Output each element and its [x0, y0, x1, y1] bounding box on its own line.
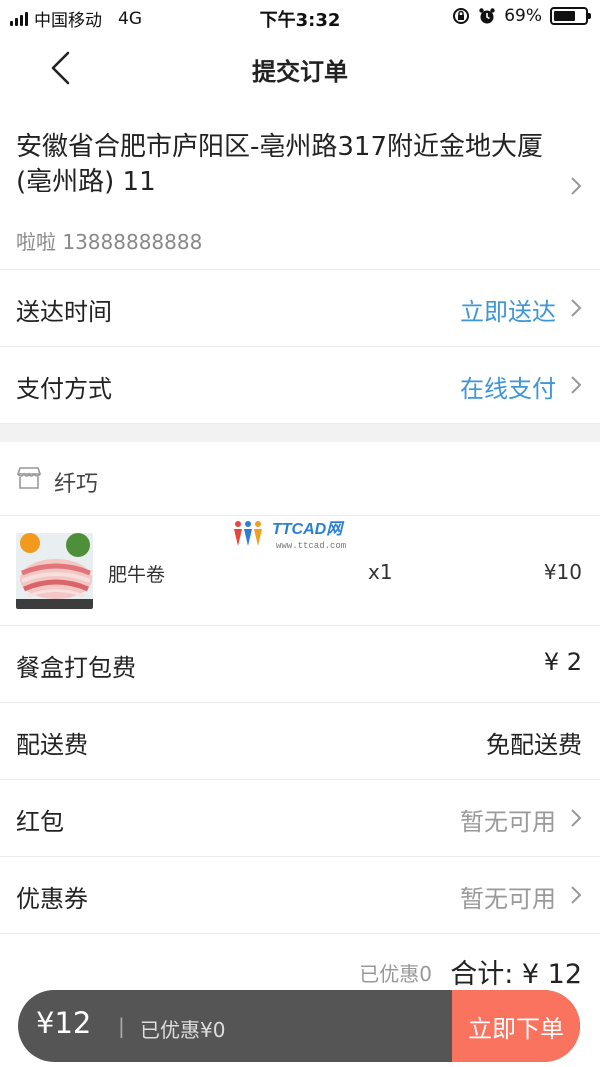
item-price: ¥10 [543, 560, 582, 584]
checkout-discount: 已优惠¥0 [140, 1018, 226, 1042]
checkout-price: ¥12 [36, 1006, 92, 1040]
rotation-lock-icon [453, 8, 470, 24]
payment-method-label: 支付方式 [16, 375, 112, 403]
order-item: 肥牛卷 x1 ¥10 [0, 516, 600, 626]
summary-discount: 已优惠0 [359, 962, 432, 986]
packing-fee-label: 餐盒打包费 [16, 654, 136, 682]
summary-total: 合计: ¥ 12 [450, 959, 582, 990]
packing-fee-value: ¥ 2 [543, 648, 582, 676]
shop-header: 纤巧 [0, 442, 600, 516]
chevron-right-icon [571, 809, 582, 827]
battery-icon [550, 7, 591, 25]
nav-bar: 提交订单 [0, 34, 600, 102]
coupon-label: 优惠券 [16, 885, 88, 913]
address-section[interactable]: 安徽省合肥市庐阳区-亳州路317附近金地大厦(亳州路) 11 啦啦 138888… [0, 124, 600, 270]
payment-method-value: 在线支付 [460, 375, 556, 403]
chevron-right-icon [571, 886, 582, 904]
payment-method-row[interactable]: 支付方式 在线支付 [0, 347, 600, 424]
item-quantity: x1 [368, 560, 393, 584]
battery-percent: 69% [504, 6, 542, 26]
status-bar: 中国移动 4G 下午3:32 69% [0, 0, 600, 34]
alarm-icon [479, 8, 495, 24]
delivery-fee-row: 配送费 免配送费 [0, 703, 600, 780]
delivery-time-row[interactable]: 送达时间 立即送达 [0, 270, 600, 347]
address-contact: 啦啦 13888888888 [16, 230, 203, 254]
checkout-separator: | [118, 1014, 125, 1038]
shop-name: 纤巧 [54, 472, 99, 497]
coupon-value: 暂无可用 [460, 885, 556, 913]
section-divider [0, 424, 600, 442]
chevron-right-icon [571, 299, 582, 317]
store-icon [16, 467, 42, 489]
delivery-fee-label: 配送费 [16, 731, 88, 759]
item-thumbnail [16, 533, 93, 609]
red-packet-value: 暂无可用 [460, 808, 556, 836]
red-packet-row[interactable]: 红包 暂无可用 [0, 780, 600, 857]
chevron-right-icon [571, 376, 582, 394]
packing-fee-row: 餐盒打包费 ¥ 2 [0, 626, 600, 703]
submit-order-button[interactable]: 立即下单 [452, 990, 580, 1062]
delivery-fee-value: 免配送费 [486, 731, 582, 759]
address-text: 安徽省合肥市庐阳区-亳州路317附近金地大厦(亳州路) 11 [16, 132, 544, 197]
chevron-right-icon [571, 177, 582, 195]
page-title: 提交订单 [252, 58, 348, 86]
delivery-time-label: 送达时间 [16, 298, 112, 326]
coupon-row[interactable]: 优惠券 暂无可用 [0, 857, 600, 934]
red-packet-label: 红包 [16, 808, 64, 836]
delivery-time-value: 立即送达 [460, 298, 556, 326]
item-name: 肥牛卷 [108, 564, 166, 586]
status-right: 69% [452, 6, 591, 26]
order-summary: 已优惠0 合计: ¥ 12 [0, 934, 600, 990]
checkout-bar: ¥12 | 已优惠¥0 立即下单 [18, 990, 580, 1062]
